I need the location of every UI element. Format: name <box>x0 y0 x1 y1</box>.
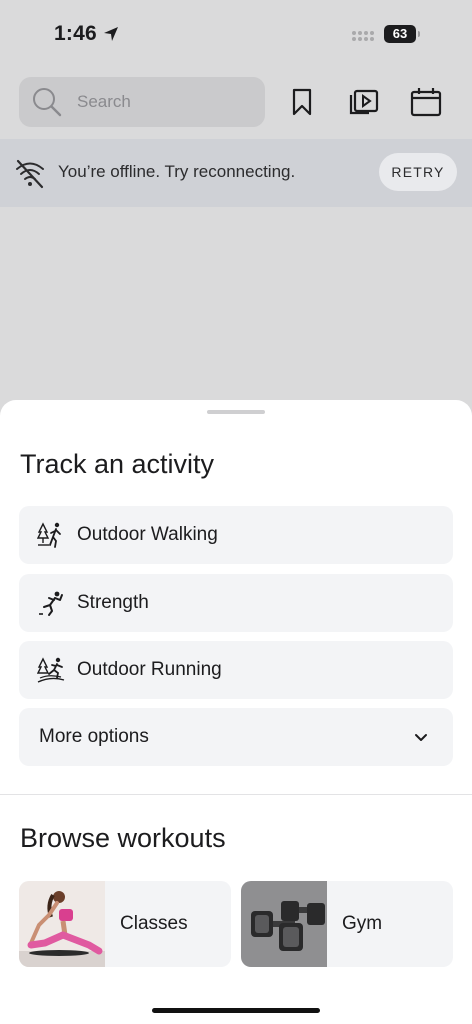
sheet-grabber[interactable] <box>207 410 265 414</box>
strength-icon <box>37 589 65 617</box>
workout-card-label: Classes <box>120 913 188 934</box>
search-icon <box>33 88 62 117</box>
workout-card-gym[interactable]: Gym <box>241 881 453 967</box>
activity-row-outdoor-walking[interactable]: Outdoor Walking <box>19 506 453 564</box>
status-time-label: 1:46 <box>54 22 97 45</box>
outdoor-walking-icon <box>36 521 65 549</box>
battery-icon: 63 <box>384 25 420 43</box>
battery-level: 63 <box>392 26 408 41</box>
outdoor-running-icon <box>36 656 65 684</box>
wifi-off-icon <box>16 159 44 189</box>
offline-message: You’re offline. Try reconnecting. <box>58 162 296 181</box>
classes-thumbnail <box>19 881 105 967</box>
activity-row-outdoor-running[interactable]: Outdoor Running <box>19 641 453 699</box>
home-indicator[interactable] <box>152 1008 320 1013</box>
gym-thumbnail <box>241 881 327 967</box>
location-arrow-icon <box>103 27 118 41</box>
video-library-icon[interactable] <box>348 86 380 118</box>
browse-workouts-title: Browse workouts <box>20 823 226 853</box>
activity-label: Strength <box>77 592 149 613</box>
more-options-label: More options <box>39 726 149 747</box>
retry-button[interactable]: RETRY <box>379 153 457 191</box>
calendar-icon[interactable] <box>410 86 442 118</box>
chevron-down-icon <box>415 734 427 741</box>
status-bar: 1:46 63 <box>0 0 472 70</box>
more-options-dropdown[interactable]: More options <box>19 708 453 766</box>
search-input[interactable]: Search <box>19 77 265 127</box>
workout-card-classes[interactable]: Classes <box>19 881 231 967</box>
activity-label: Outdoor Running <box>77 659 222 680</box>
section-divider <box>0 794 472 795</box>
workout-card-label: Gym <box>342 913 383 934</box>
activity-row-strength[interactable]: Strength <box>19 574 453 632</box>
search-placeholder: Search <box>77 92 131 111</box>
activity-label: Outdoor Walking <box>77 524 218 545</box>
track-activity-title: Track an activity <box>20 449 215 479</box>
bookmark-icon[interactable] <box>286 86 318 118</box>
cellular-signal-icon <box>352 31 378 43</box>
status-time: 1:46 <box>54 22 119 46</box>
activity-sheet: Track an activity Outdoor Walking Streng… <box>0 400 472 1024</box>
